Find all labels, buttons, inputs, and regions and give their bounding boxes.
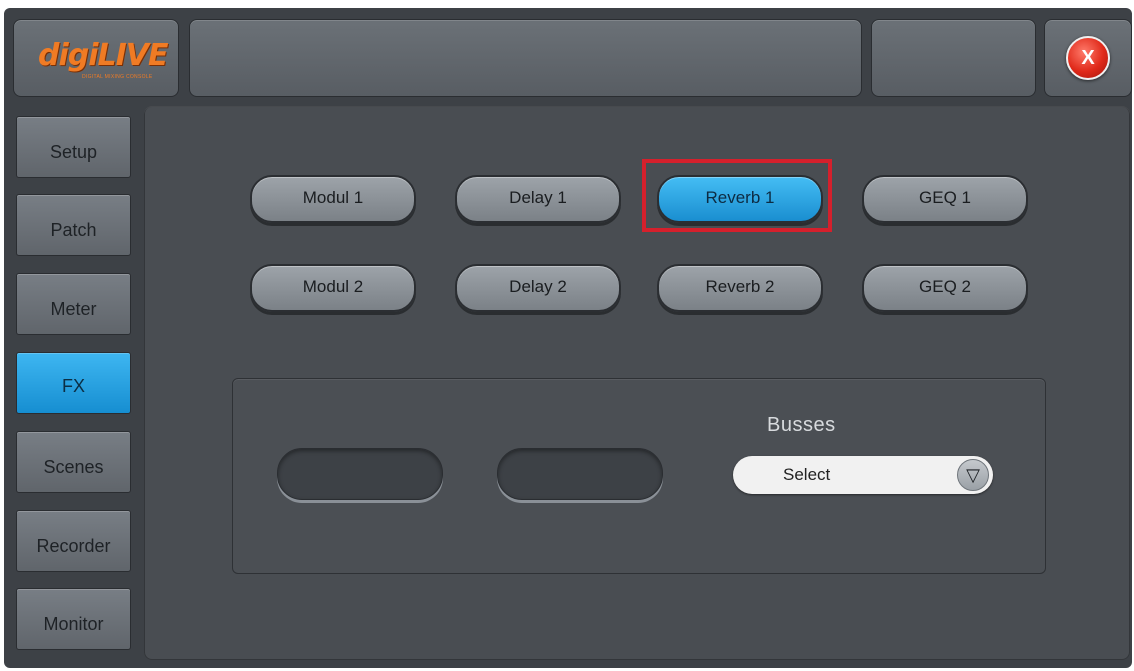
fx-button-modul-2[interactable]: Modul 2 — [250, 264, 416, 312]
option-button-1[interactable] — [277, 448, 443, 500]
sidebar-item-meter[interactable]: Meter — [16, 273, 131, 335]
sidebar-item-fx[interactable]: FX — [16, 352, 131, 414]
digilive-logo: digiLIVE — [38, 38, 169, 73]
sidebar-item-monitor[interactable]: Monitor — [16, 588, 131, 650]
busses-label: Busses — [767, 414, 836, 436]
busses-select[interactable]: Select ▽ — [733, 456, 993, 494]
logo-subtitle: DIGITAL MIXING CONSOLE — [82, 74, 153, 80]
fx-button-modul-1[interactable]: Modul 1 — [250, 175, 416, 223]
busses-select-value: Select — [783, 465, 831, 484]
fx-button-geq-1[interactable]: GEQ 1 — [862, 175, 1028, 223]
sidebar-item-recorder[interactable]: Recorder — [16, 510, 131, 572]
logo-box: digiLIVE DIGITAL MIXING CONSOLE — [13, 19, 179, 97]
chevron-down-icon[interactable]: ▽ — [957, 459, 989, 491]
selection-highlight — [642, 159, 832, 232]
fx-button-delay-1[interactable]: Delay 1 — [455, 175, 621, 223]
fx-button-geq-2[interactable]: GEQ 2 — [862, 264, 1028, 312]
fx-button-reverb-2[interactable]: Reverb 2 — [657, 264, 823, 312]
fx-button-delay-2[interactable]: Delay 2 — [455, 264, 621, 312]
title-bar — [189, 19, 862, 97]
sidebar-item-setup[interactable]: Setup — [16, 116, 131, 178]
close-box: X — [1044, 19, 1132, 97]
option-button-2[interactable] — [497, 448, 663, 500]
sidebar-item-scenes[interactable]: Scenes — [16, 431, 131, 493]
sidebar-item-patch[interactable]: Patch — [16, 194, 131, 256]
status-box — [871, 19, 1036, 97]
close-button[interactable]: X — [1066, 36, 1110, 80]
